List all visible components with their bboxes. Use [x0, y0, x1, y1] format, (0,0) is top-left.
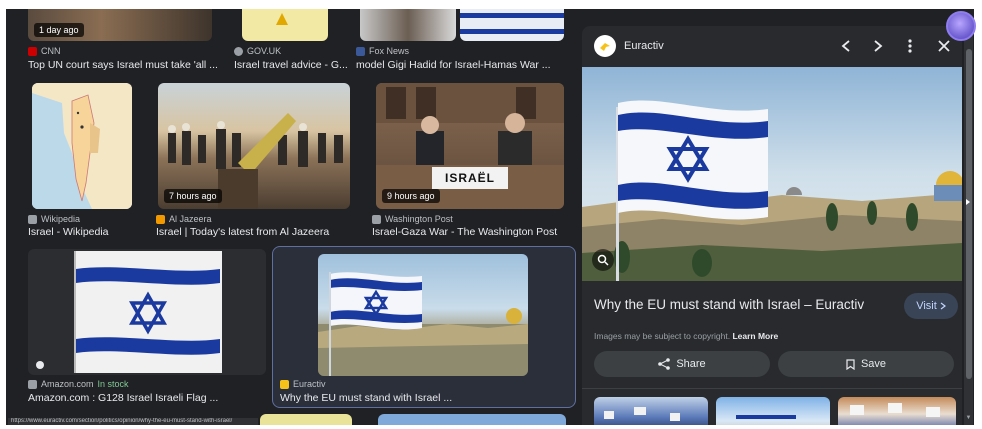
result-caption-euractiv[interactable]: Why the EU must stand with Israel ...	[280, 392, 480, 404]
status-bar-url: https://www.euractiv.com/section/politic…	[8, 418, 258, 425]
result-image-partial-1[interactable]	[260, 414, 352, 425]
share-label: Share	[676, 358, 706, 370]
flags-parade-image	[850, 403, 940, 417]
nameplate-text: ISRAËL	[444, 171, 495, 185]
panel-title[interactable]: Why the EU must stand with Israel – Eura…	[594, 297, 864, 312]
mouse-cursor-icon	[966, 199, 970, 205]
image-preview-panel: Euractiv Why the EU must stand with Isra…	[582, 26, 962, 425]
result-image-cnn[interactable]: 1 day ago	[28, 9, 212, 41]
result-source-washington-post: Washington Post	[372, 214, 453, 224]
panel-scrollbar-thumb[interactable]	[966, 49, 972, 379]
related-image-2[interactable]	[716, 397, 830, 425]
chevron-right-small-icon	[940, 302, 946, 310]
related-image-1[interactable]	[594, 397, 708, 425]
more-vert-icon[interactable]	[900, 36, 920, 56]
result-image-gov-uk[interactable]	[242, 9, 328, 41]
result-caption-fox-news[interactable]: model Gigi Hadid for Israel-Hamas War ..…	[356, 59, 556, 71]
washington-post-favicon-icon	[372, 214, 381, 224]
result-image-wikipedia-map[interactable]	[32, 83, 132, 209]
panel-source-name: Euractiv	[624, 40, 664, 52]
result-caption-wikipedia[interactable]: Israel - Wikipedia	[28, 226, 148, 238]
panel-divider	[582, 388, 962, 389]
jerusalem-flag-large-image	[582, 67, 962, 281]
visit-button[interactable]: Visit	[904, 293, 958, 319]
result-source-gov-uk: GOV.UK	[234, 46, 281, 56]
panel-header: Euractiv	[582, 26, 962, 66]
result-source-euractiv: Euractiv	[280, 379, 326, 389]
building-flag-image	[736, 415, 796, 419]
result-caption-al-jazeera[interactable]: Israel | Today's latest from Al Jazeera	[156, 226, 356, 238]
result-image-al-jazeera[interactable]: 7 hours ago	[158, 83, 350, 209]
chevron-right-icon[interactable]	[868, 36, 888, 56]
map-marker-icon	[276, 13, 288, 25]
lens-search-icon[interactable]	[592, 249, 614, 271]
scroll-down-icon[interactable]: ▼	[964, 414, 973, 423]
result-image-partial-2[interactable]	[378, 414, 566, 425]
result-source-wikipedia: Wikipedia	[28, 214, 80, 224]
result-image-euractiv[interactable]	[318, 254, 528, 376]
result-caption-gov-uk[interactable]: Israel travel advice - G...	[234, 59, 352, 71]
euractiv-favicon-icon	[280, 379, 289, 389]
chevron-left-icon[interactable]	[836, 36, 856, 56]
visit-label: Visit	[916, 300, 937, 312]
stock-label: In stock	[97, 379, 129, 389]
israel-map-image	[32, 83, 132, 209]
close-icon[interactable]	[934, 36, 954, 56]
bird-logo-icon	[600, 43, 610, 51]
result-source-al-jazeera: Al Jazeera	[156, 214, 212, 224]
result-source-cnn: CNN	[28, 46, 61, 56]
image-search-results: 1 day ago CNN Top UN court says Israel m…	[6, 9, 974, 425]
save-label: Save	[860, 358, 887, 370]
cnn-favicon-icon	[28, 46, 37, 56]
amazon-favicon-icon	[28, 379, 37, 389]
bookmark-icon	[846, 358, 855, 370]
panel-preview-image[interactable]	[582, 67, 962, 281]
crowd-flags-image	[604, 407, 680, 421]
jerusalem-flag-image	[318, 272, 528, 376]
learn-more-link[interactable]: Learn More	[732, 331, 778, 341]
copyright-notice: Images may be subject to copyright. Lear…	[594, 331, 779, 341]
gov-uk-favicon-icon	[234, 46, 243, 56]
al-jazeera-favicon-icon	[156, 214, 165, 224]
result-image-fox-news[interactable]	[360, 9, 456, 41]
flag-icon	[460, 13, 564, 34]
wikipedia-favicon-icon	[28, 214, 37, 224]
fox-news-favicon-icon	[356, 46, 365, 56]
euractiv-logo	[594, 35, 616, 57]
time-badge: 7 hours ago	[164, 189, 222, 203]
time-badge: 9 hours ago	[382, 189, 440, 203]
result-image-flag-small[interactable]	[460, 9, 564, 41]
save-button[interactable]: Save	[778, 351, 954, 377]
result-image-amazon-flag[interactable]	[28, 249, 266, 375]
result-source-fox-news: Fox News	[356, 46, 409, 56]
result-source-amazon: Amazon.com In stock	[28, 379, 129, 389]
time-badge: 1 day ago	[34, 23, 84, 37]
result-caption-washington-post[interactable]: Israel-Gaza War - The Washington Post	[372, 226, 572, 238]
result-caption-cnn[interactable]: Top UN court says Israel must take 'all …	[28, 59, 228, 71]
israel-flag-image	[74, 251, 222, 373]
share-button[interactable]: Share	[594, 351, 770, 377]
related-image-3[interactable]	[838, 397, 956, 425]
result-image-washington-post[interactable]: ISRAËL 9 hours ago	[376, 83, 564, 209]
tag-icon	[36, 361, 44, 369]
share-icon	[658, 358, 671, 370]
avatar[interactable]	[946, 11, 976, 41]
result-caption-amazon[interactable]: Amazon.com : G128 Israel Israeli Flag ..…	[28, 392, 248, 404]
